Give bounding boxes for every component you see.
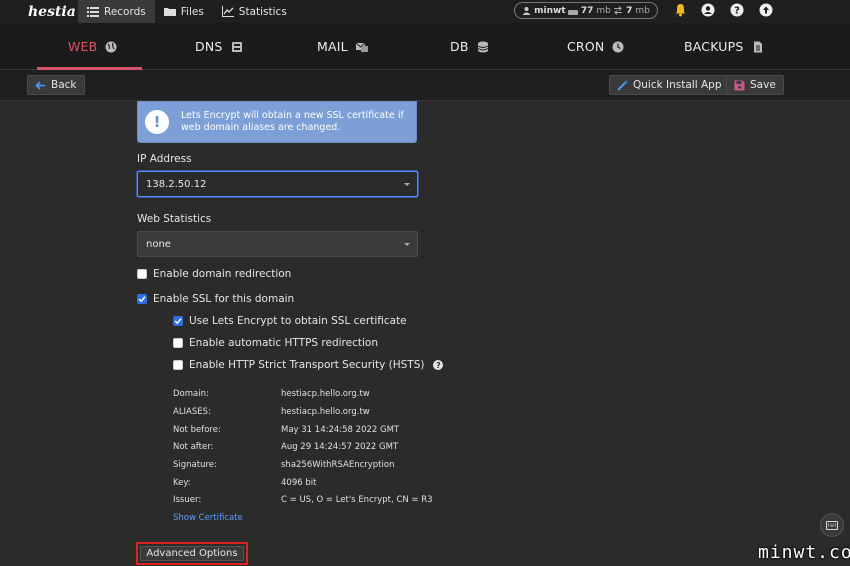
checkbox-box[interactable] xyxy=(137,269,147,279)
keyboard-icon xyxy=(826,520,838,530)
alert-text: Lets Encrypt will obtain a new SSL certi… xyxy=(181,110,404,133)
nav-records-label: Records xyxy=(104,5,146,18)
chart-icon xyxy=(221,6,234,17)
https-redirection-checkbox[interactable]: Enable automatic HTTPS redirection xyxy=(173,337,378,349)
web-statistics-label: Web Statistics xyxy=(137,213,212,225)
keyboard-shortcuts-button[interactable] xyxy=(820,513,844,537)
quick-install-button[interactable]: Quick Install App xyxy=(609,75,730,95)
user-account-icon[interactable] xyxy=(700,2,716,18)
caret-down-icon xyxy=(404,183,410,186)
svg-text:?: ? xyxy=(734,6,740,17)
nav-files[interactable]: Files xyxy=(155,0,213,23)
checkbox-box[interactable] xyxy=(173,338,183,348)
dns-icon xyxy=(231,41,242,52)
user-usage: minwt xyxy=(522,6,566,16)
nav-records[interactable]: Records xyxy=(78,0,155,23)
tab-web[interactable]: WEB xyxy=(68,23,117,70)
file-icon xyxy=(753,41,762,52)
web-statistics-value: none xyxy=(146,238,171,250)
toolbar: Back Quick Install App Save xyxy=(0,70,850,101)
back-button[interactable]: Back xyxy=(27,75,85,95)
hdd-icon xyxy=(567,9,578,15)
checkbox-box[interactable] xyxy=(173,360,183,370)
checkbox-box[interactable] xyxy=(137,294,147,304)
checkmark-icon xyxy=(138,296,146,303)
bandwidth-usage: 7 mb xyxy=(613,6,650,16)
user-icon xyxy=(522,7,531,15)
logout-icon[interactable] xyxy=(758,2,774,18)
tab-mail[interactable]: MAIL xyxy=(317,23,368,70)
folder-icon xyxy=(163,8,176,16)
mail-icon xyxy=(355,42,368,52)
watermark: minwt.com xyxy=(758,542,850,563)
floppy-disk-icon xyxy=(734,80,745,90)
tab-cron[interactable]: CRON xyxy=(567,23,624,70)
nav-statistics[interactable]: Statistics xyxy=(213,0,296,23)
magic-wand-icon xyxy=(617,79,628,91)
help-icon[interactable]: ? xyxy=(729,2,745,18)
hsts-checkbox[interactable]: Enable HTTP Strict Transport Security (H… xyxy=(173,359,444,371)
tab-dns[interactable]: DNS xyxy=(195,23,243,70)
hestia-logo[interactable]: hestia xyxy=(0,0,78,23)
save-button[interactable]: Save xyxy=(726,75,784,95)
web-statistics-select[interactable]: none xyxy=(137,231,418,257)
ssl-info-alert: ! Lets Encrypt will obtain a new SSL cer… xyxy=(137,101,417,143)
advanced-options-button[interactable]: Advanced Options xyxy=(140,546,244,561)
tab-db[interactable]: DB xyxy=(450,23,489,70)
usage-badge[interactable]: minwt 77 mb 7 mb xyxy=(514,2,658,19)
nav-files-label: Files xyxy=(180,5,204,18)
tab-backups[interactable]: BACKUPS xyxy=(684,23,764,70)
question-circle-icon[interactable]: ? xyxy=(433,360,444,370)
checkbox-box[interactable] xyxy=(173,316,183,326)
show-certificate-link[interactable]: Show Certificate xyxy=(173,513,243,523)
checkmark-icon xyxy=(174,318,182,325)
exchange-icon xyxy=(614,6,623,15)
database-icon xyxy=(477,41,488,52)
advanced-options-highlight: Advanced Options xyxy=(136,542,248,565)
caret-down-icon xyxy=(404,243,410,246)
list-icon xyxy=(87,7,99,17)
top-nav: Records Files Statistics xyxy=(78,0,296,23)
nav-statistics-label: Statistics xyxy=(238,5,287,18)
clock-icon xyxy=(612,41,624,52)
arrow-left-icon xyxy=(35,80,45,90)
notifications-bell-icon[interactable] xyxy=(672,2,688,18)
disk-usage: 77 mb xyxy=(567,6,611,16)
ip-address-value: 138.2.50.12 xyxy=(146,178,207,190)
domain-redirection-checkbox[interactable]: Enable domain redirection xyxy=(137,268,291,280)
section-tabs: WEB DNS MAIL DB CRON BACKUPS xyxy=(0,23,850,70)
ip-address-label: IP Address xyxy=(137,153,192,165)
top-bar: hestia Records Files Statistics minwt 77… xyxy=(0,0,850,23)
globe-icon xyxy=(105,41,117,52)
exclamation-circle-icon: ! xyxy=(145,110,169,134)
enable-ssl-checkbox[interactable]: Enable SSL for this domain xyxy=(137,293,294,305)
ip-address-select[interactable]: 138.2.50.12 xyxy=(137,171,418,197)
lets-encrypt-checkbox[interactable]: Use Lets Encrypt to obtain SSL certifica… xyxy=(173,315,407,327)
